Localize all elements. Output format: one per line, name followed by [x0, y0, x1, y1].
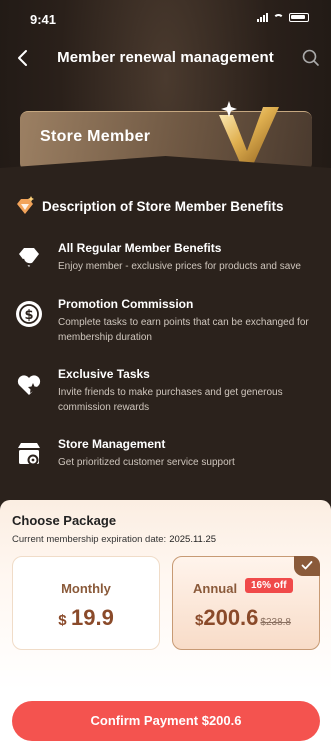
plan-name: Monthly — [61, 581, 111, 596]
nav-bar: Member renewal management — [0, 42, 331, 74]
package-title: Choose Package — [12, 513, 117, 528]
benefits-header: Description of Store Member Benefits — [14, 195, 284, 217]
star-heart-icon — [17, 375, 41, 395]
benefit-description: Complete tasks to earn points that can b… — [58, 317, 309, 343]
dollar-coin-icon: $ — [16, 301, 42, 327]
price-value: 19.9 — [70, 605, 114, 630]
gold-v-logo-icon — [219, 101, 279, 165]
status-icons — [257, 13, 309, 22]
currency-symbol: $ — [58, 612, 67, 629]
benefit-description: Invite friends to make purchases and get… — [58, 387, 283, 413]
plan-price: $200.6 $238.8 — [195, 605, 291, 631]
benefit-description: Enjoy member - exclusive prices for prod… — [58, 261, 301, 272]
selected-indicator — [294, 556, 320, 576]
benefit-description: Get prioritized customer service support — [58, 457, 235, 468]
plan-annual-card[interactable]: Annual 16% off $200.6 $238.8 — [172, 556, 320, 650]
expiry-info: Current membership expiration date: 2025.… — [12, 534, 216, 545]
check-icon — [301, 561, 313, 570]
expiry-label: Current membership expiration date: — [12, 534, 167, 545]
member-card-title: Store Member — [40, 128, 151, 145]
diamond-icon — [17, 196, 34, 214]
discount-badge: 16% off — [245, 578, 293, 593]
price-value: 200.6 — [203, 605, 259, 630]
search-icon[interactable] — [301, 48, 321, 68]
status-bar: 9:41 — [0, 0, 331, 38]
confirm-payment-button[interactable]: Confirm Payment $200.6 — [12, 701, 320, 741]
store-gear-icon — [18, 443, 40, 466]
battery-icon — [289, 13, 309, 22]
refresh-diamond-icon — [19, 248, 39, 267]
benefit-title: Exclusive Tasks — [58, 367, 150, 381]
plan-monthly-card[interactable]: Monthly $ 19.9 — [12, 556, 160, 650]
wifi-icon — [273, 13, 284, 22]
page-title: Member renewal management — [57, 49, 274, 66]
benefit-title: Promotion Commission — [58, 297, 194, 311]
benefit-title: Store Management — [58, 437, 166, 451]
plan-name: Annual — [193, 581, 238, 596]
benefits-title: Description of Store Member Benefits — [42, 198, 284, 214]
expiry-date: 2025.11.25 — [169, 534, 217, 545]
signal-icon — [257, 13, 268, 22]
plan-price: $ 19.9 — [13, 605, 159, 631]
old-price: $238.8 — [260, 617, 291, 628]
status-time: 9:41 — [30, 12, 57, 27]
svg-text:$: $ — [24, 308, 33, 323]
benefit-title: All Regular Member Benefits — [58, 241, 222, 255]
